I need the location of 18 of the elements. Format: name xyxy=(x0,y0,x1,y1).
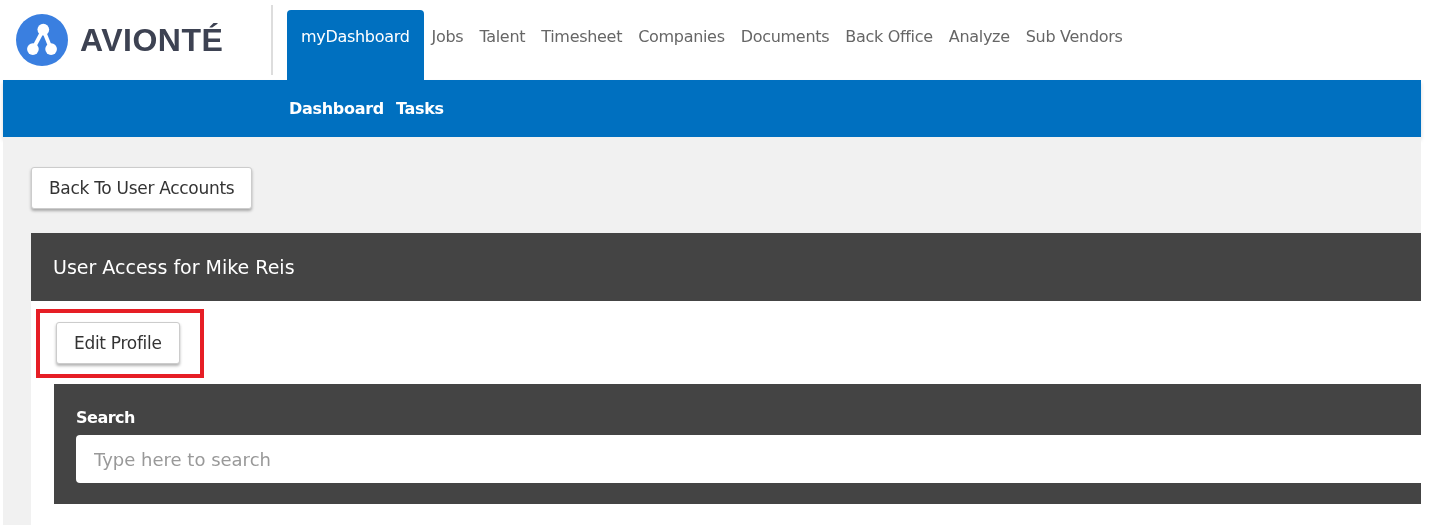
search-label: Search xyxy=(76,408,136,427)
search-field[interactable]: Type here to search xyxy=(76,435,1421,483)
nav-tab[interactable]: Jobs xyxy=(423,10,472,80)
subnav-link[interactable]: Tasks xyxy=(395,99,444,118)
nav-tab[interactable]: Talent xyxy=(471,10,534,80)
logo-text: AVIONTÉ xyxy=(80,21,224,59)
panel-title: User Access for Mike Reis xyxy=(53,256,295,278)
nav-tab[interactable]: Timesheet xyxy=(533,10,631,80)
nav-tab[interactable]: Back Office xyxy=(837,10,941,80)
nav-tab[interactable]: Sub Vendors xyxy=(1017,10,1131,80)
subnav-link[interactable]: Dashboard xyxy=(289,99,384,118)
back-button[interactable]: Back To User Accounts xyxy=(31,167,253,209)
edit-profile-button[interactable]: Edit Profile xyxy=(56,322,180,364)
nav-tab[interactable]: myDashboard xyxy=(287,10,424,80)
logo-icon xyxy=(16,14,68,66)
nav-tab[interactable]: Documents xyxy=(732,10,838,80)
nav-tab[interactable]: Companies xyxy=(630,10,733,80)
nav-tab[interactable]: Analyze xyxy=(940,10,1018,80)
